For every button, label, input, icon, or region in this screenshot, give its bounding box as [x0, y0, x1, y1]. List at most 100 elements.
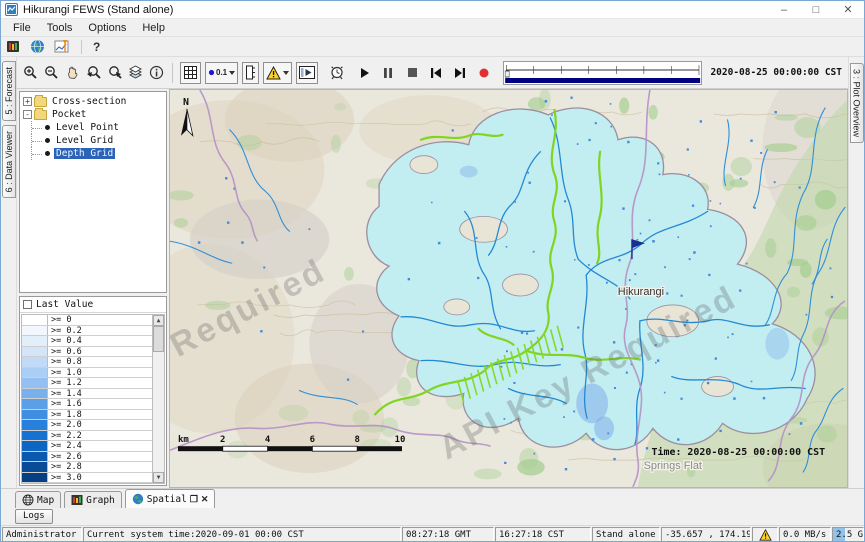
contour-value-dropdown[interactable]: 0.1 [205, 62, 238, 84]
legend-row[interactable]: >= 2.6 [22, 452, 152, 463]
tab-spatial[interactable]: Spatial ❐ ✕ [125, 489, 216, 508]
main-toolbar: ? [1, 37, 864, 57]
minimize-button[interactable]: – [768, 1, 800, 18]
map-time-label: Time: 2020-08-25 00:00:00 CST [652, 446, 826, 458]
scrollbar-thumb[interactable] [153, 326, 164, 352]
status-user: Administrator [2, 527, 82, 542]
legend-row[interactable]: >= 2.4 [22, 441, 152, 452]
logs-button[interactable]: Logs [15, 509, 53, 524]
legend-row[interactable]: >= 1.2 [22, 378, 152, 389]
zoom-previous-icon[interactable] [84, 63, 103, 83]
right-tab-strip: 3 : Plot Overview [848, 57, 864, 488]
help-button[interactable]: ? [93, 40, 100, 54]
layers-icon[interactable] [126, 63, 145, 83]
tab-maximize-icon[interactable]: ❐ [190, 494, 198, 505]
wireframe-globe-icon [22, 494, 34, 506]
legend-row[interactable]: >= 1.0 [22, 368, 152, 379]
legend-row[interactable]: >= 2.2 [22, 431, 152, 442]
legend-row[interactable]: >= 1.4 [22, 389, 152, 400]
tree-connector [31, 134, 43, 147]
layer-panel: + Cross-section - Pocket Level P [17, 89, 169, 488]
zoom-out-icon[interactable] [42, 63, 61, 83]
menu-bar: File Tools Options Help [1, 19, 864, 37]
tab-plot-overview[interactable]: 3 : Plot Overview [850, 63, 864, 143]
animation-window-button[interactable] [296, 62, 318, 84]
legend-label: >= 1.0 [48, 368, 82, 378]
svg-text:N: N [183, 97, 189, 108]
legend-row[interactable]: >= 0.4 [22, 336, 152, 347]
bullet-icon [45, 151, 50, 156]
grid-display-button[interactable] [180, 62, 201, 84]
legend-scrollbar[interactable]: ▲ ▼ [152, 315, 164, 483]
menu-tools[interactable]: Tools [39, 22, 81, 34]
skip-to-start-button[interactable] [428, 65, 444, 81]
tab-graph[interactable]: Graph [64, 491, 122, 508]
record-button[interactable] [476, 65, 492, 81]
expander-icon[interactable]: - [23, 110, 32, 119]
tree-node-pocket[interactable]: - Pocket [23, 108, 166, 121]
legend-row[interactable]: >= 2.8 [22, 462, 152, 473]
scroll-up-icon[interactable]: ▲ [153, 315, 164, 326]
chevron-down-icon [229, 71, 235, 75]
pause-button[interactable] [380, 65, 396, 81]
close-button[interactable]: ✕ [832, 1, 864, 18]
tree-node-level-point[interactable]: Level Point [23, 121, 166, 134]
tree-node-cross-section[interactable]: + Cross-section [23, 95, 166, 108]
maximize-button[interactable]: □ [800, 1, 832, 18]
menu-file[interactable]: File [5, 22, 39, 34]
toolbar-separator [172, 63, 173, 83]
expander-icon[interactable]: + [23, 97, 32, 106]
time-slider[interactable] [503, 61, 702, 85]
info-icon[interactable] [147, 63, 166, 83]
tree-node-depth-grid[interactable]: Depth Grid [23, 147, 166, 160]
scroll-down-icon[interactable]: ▼ [153, 472, 164, 483]
status-local-time: 16:27:18 CST [495, 527, 591, 542]
last-value-checkbox[interactable] [23, 300, 32, 309]
svg-text:6: 6 [310, 435, 315, 445]
database-icon[interactable] [6, 39, 21, 54]
tree-node-level-grid[interactable]: Level Grid [23, 134, 166, 147]
zoom-next-icon[interactable] [105, 63, 124, 83]
tree-connector [31, 121, 43, 134]
current-time-label: 2020-08-25 00:00:00 CST [710, 67, 842, 78]
skip-to-end-button[interactable] [452, 65, 468, 81]
stop-button[interactable] [404, 65, 420, 81]
timer-clock-icon[interactable] [327, 63, 346, 83]
play-button[interactable] [356, 65, 372, 81]
legend-swatch [22, 431, 48, 441]
legend-swatch [22, 336, 48, 346]
legend-swatch [22, 399, 48, 409]
legend-swatch [22, 410, 48, 420]
legend-row[interactable]: >= 1.6 [22, 399, 152, 410]
timeseries-chart-icon[interactable] [54, 39, 70, 54]
legend-label: >= 3.0 [48, 473, 82, 483]
legend-row[interactable]: >= 0.2 [22, 326, 152, 337]
globe-icon [132, 493, 144, 505]
legend-row[interactable]: >= 0.6 [22, 347, 152, 358]
folder-icon [34, 97, 47, 107]
globe-icon[interactable] [30, 39, 45, 54]
menu-help[interactable]: Help [134, 22, 173, 34]
profile-ruler-button[interactable] [242, 62, 259, 84]
status-warning-icon[interactable] [752, 527, 778, 542]
legend-row[interactable]: >= 0.8 [22, 357, 152, 368]
svg-text:8: 8 [354, 435, 359, 445]
legend-row[interactable]: >= 0 [22, 315, 152, 326]
legend-swatch [22, 357, 48, 367]
tab-data-viewer[interactable]: 6 : Data Viewer [2, 125, 16, 198]
tab-forecast[interactable]: 5 : Forecast [2, 61, 16, 121]
folder-icon [34, 110, 47, 120]
legend-row[interactable]: >= 2.0 [22, 420, 152, 431]
toolbar-separator [81, 40, 82, 54]
map-canvas[interactable]: API Key Required API Key Required Hikura… [169, 89, 848, 488]
legend-swatch [22, 462, 48, 472]
legend-row[interactable]: >= 3.0 [22, 473, 152, 484]
pan-hand-icon[interactable] [63, 63, 82, 83]
time-slider-handle[interactable] [505, 71, 509, 77]
zoom-in-icon[interactable] [21, 63, 40, 83]
warning-threshold-dropdown[interactable] [263, 62, 292, 84]
tab-map[interactable]: Map [15, 491, 61, 508]
legend-row[interactable]: >= 1.8 [22, 410, 152, 421]
tab-close-icon[interactable]: ✕ [201, 494, 209, 505]
menu-options[interactable]: Options [80, 22, 134, 34]
